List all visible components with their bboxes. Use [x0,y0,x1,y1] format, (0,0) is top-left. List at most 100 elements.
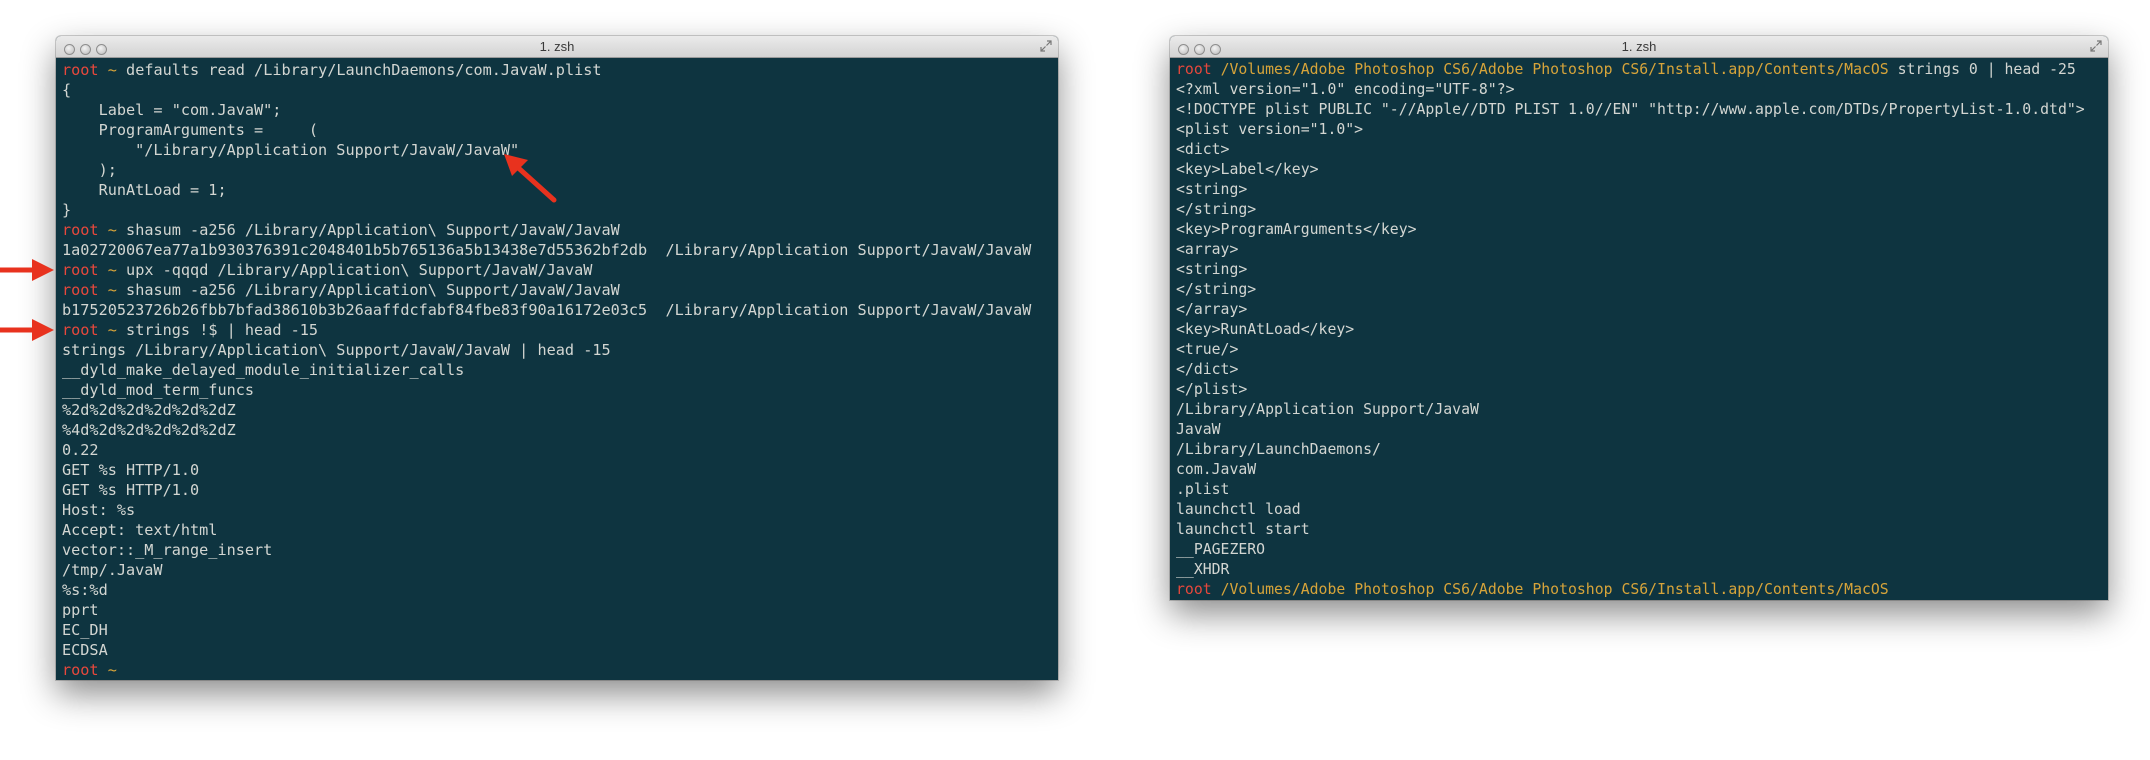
output-text: <?xml version="1.0" encoding="UTF-8"?> [1176,81,1515,98]
minimize-button[interactable] [1194,44,1205,55]
prompt-line: root ~ defaults read /Library/LaunchDaem… [62,60,1052,80]
output-text: /tmp/.JavaW [62,561,163,579]
output-text: EC_DH [62,621,108,639]
output-text: Accept: text/html [62,521,218,539]
output-line: .plist [1176,480,2102,500]
command-text: strings 0 | head -25 [1897,61,2076,78]
output-text: <!DOCTYPE plist PUBLIC "-//Apple//DTD PL… [1176,101,2085,118]
command-text: shasum -a256 /Library/Application\ Suppo… [126,221,620,239]
output-text: GET %s HTTP/1.0 [62,461,200,479]
output-line: </array> [1176,300,2102,320]
annotation-arrow-icon [504,154,557,203]
fullscreen-icon[interactable] [2090,40,2102,52]
output-text: __XHDR [1176,561,1230,578]
output-line: %s:%d [62,580,1052,600]
right-terminal-window[interactable]: 1. zsh root /Volumes/Adobe Photoshop CS6… [1170,36,2108,600]
output-line: <string> [1176,260,2102,280]
output-line: <!DOCTYPE plist PUBLIC "-//Apple//DTD PL… [1176,100,2102,120]
output-line: b17520523726b26fbb7bfad38610b3b26aaffdcf… [62,300,1052,320]
left-window-titlebar[interactable]: 1. zsh [56,36,1058,58]
left-terminal-window[interactable]: 1. zsh root ~ defaults read /Library/Lau… [56,36,1058,680]
output-text: Host: %s [62,501,136,519]
output-text: <key>Label</key> [1176,161,1319,178]
close-button[interactable] [1178,44,1189,55]
output-line: 0.22 [62,440,1052,460]
output-text: </string> [1176,201,1257,218]
prompt-directory: ~ [107,281,117,299]
output-line: <dict> [1176,140,2102,160]
output-text: </dict> [1176,361,1239,378]
output-line: pprt [62,600,1052,620]
output-text: </array> [1176,301,1248,318]
output-text: 1a02720067ea77a1b930376391c2048401b5b765… [62,241,1032,259]
output-text: GET %s HTTP/1.0 [62,481,200,499]
output-line: /Library/Application Support/JavaW [1176,400,2102,420]
output-text: </string> [1176,281,1257,298]
output-line: 1a02720067ea77a1b930376391c2048401b5b765… [62,240,1052,260]
output-line: Accept: text/html [62,520,1052,540]
output-text: "/Library/Application Support/JavaW/Java… [62,141,520,159]
output-line: /Library/LaunchDaemons/ [1176,440,2102,460]
prompt-user: root [62,321,99,339]
output-line: </string> [1176,280,2102,300]
output-line: { [62,80,1052,100]
output-line: vector::_M_range_insert [62,540,1052,560]
output-line: </dict> [1176,360,2102,380]
output-line: <array> [1176,240,2102,260]
zoom-button[interactable] [96,44,107,55]
output-text: <string> [1176,181,1248,198]
output-line: EC_DH [62,620,1052,640]
output-text: __dyld_make_delayed_module_initializer_c… [62,361,465,379]
close-button[interactable] [64,44,75,55]
prompt-directory: ~ [107,61,117,79]
output-text: <plist version="1.0"> [1176,121,1364,138]
output-line: __dyld_mod_term_funcs [62,380,1052,400]
output-text: <key>RunAtLoad</key> [1176,321,1355,338]
prompt-user: root [62,221,99,239]
prompt-user: root [62,61,99,79]
prompt-directory: /Volumes/Adobe Photoshop CS6/Adobe Photo… [1220,61,1889,78]
prompt-user: root [62,261,99,279]
output-line: <string> [1176,180,2102,200]
output-line: <key>Label</key> [1176,160,2102,180]
prompt-user: root [1176,581,1212,598]
window-title: 1. zsh [539,39,575,54]
output-text: ProgramArguments = ( [62,121,319,139]
output-line: </string> [1176,200,2102,220]
output-text: <key>ProgramArguments</key> [1176,221,1417,238]
output-line: </plist> [1176,380,2102,400]
output-text: strings /Library/Application\ Support/Ja… [62,341,611,359]
output-line: Label = "com.JavaW"; [62,100,1052,120]
output-text: launchctl start [1176,521,1310,538]
prompt-directory: ~ [107,661,117,679]
output-line: <true/> [1176,340,2102,360]
output-text: .plist [1176,481,1230,498]
output-text: <true/> [1176,341,1239,358]
output-text: ECDSA [62,641,108,659]
output-text: %4d%2d%2d%2d%2d%2dZ [62,421,236,439]
prompt-directory: ~ [107,261,117,279]
output-text: 0.22 [62,441,99,459]
left-window-controls [64,40,112,55]
annotation-arrow-icon [0,319,54,341]
right-window-titlebar[interactable]: 1. zsh [1170,36,2108,58]
prompt-user: root [1176,61,1212,78]
output-text: %s:%d [62,581,108,599]
output-line: launchctl start [1176,520,2102,540]
output-line: %2d%2d%2d%2d%2d%2dZ [62,400,1052,420]
output-line: ProgramArguments = ( [62,120,1052,140]
output-line: com.JavaW [1176,460,2102,480]
terminal-output[interactable]: root /Volumes/Adobe Photoshop CS6/Adobe … [1170,58,2108,600]
prompt-user: root [62,661,99,679]
output-line: <plist version="1.0"> [1176,120,2102,140]
output-text: ); [62,161,117,179]
output-text: __PAGEZERO [1176,541,1266,558]
zoom-button[interactable] [1210,44,1221,55]
minimize-button[interactable] [80,44,91,55]
output-text: com.JavaW [1176,461,1257,478]
output-line: launchctl load [1176,500,2102,520]
output-line: GET %s HTTP/1.0 [62,480,1052,500]
fullscreen-icon[interactable] [1040,40,1052,52]
prompt-line: root ~ shasum -a256 /Library/Application… [62,220,1052,240]
prompt-directory: ~ [107,221,117,239]
